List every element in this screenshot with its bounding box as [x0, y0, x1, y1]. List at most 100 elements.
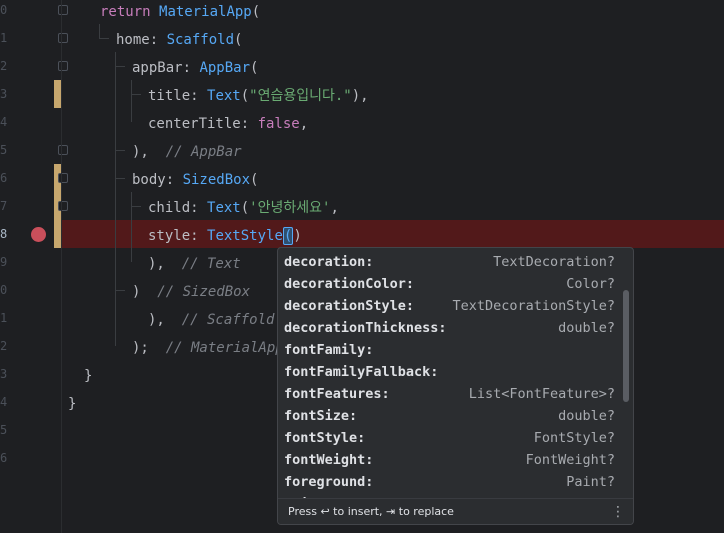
change-marker[interactable] [54, 80, 61, 108]
completion-item[interactable]: decorationThickness: double? [278, 317, 623, 339]
code-token: } [68, 396, 77, 412]
code-token: ), [351, 88, 369, 104]
completion-scrollbar[interactable] [623, 290, 629, 402]
code-token: ) [293, 228, 302, 244]
code-token: ( [240, 88, 250, 104]
code-token: } [84, 368, 93, 384]
code-token: body: [132, 172, 183, 188]
line-number[interactable]: 4 [0, 395, 10, 409]
completion-item-name: fontFeatures: [284, 386, 390, 402]
indent-guide [131, 94, 141, 95]
line-number[interactable]: 0 [0, 283, 10, 297]
line-number[interactable]: 1 [0, 31, 10, 45]
code-line[interactable]: return MaterialApp( [100, 0, 260, 28]
code-token: appBar: [132, 60, 200, 76]
code-token: // MaterialApp [165, 340, 284, 356]
indent-guide [115, 150, 125, 151]
completion-item-type: Color? [566, 276, 615, 292]
completion-item[interactable]: decorationStyle: TextDecorationStyle? [278, 295, 623, 317]
line-number[interactable]: 6 [0, 451, 10, 465]
code-line[interactable]: child: Text('안녕하세요', [148, 196, 339, 224]
completion-item[interactable]: fontSize: double? [278, 405, 623, 427]
code-line[interactable]: ); // MaterialApp [132, 336, 284, 364]
code-token: MaterialApp [159, 4, 252, 20]
completion-item-name: decorationThickness: [284, 320, 447, 336]
completion-item[interactable]: fontFamily: [278, 339, 623, 361]
code-token: ( [240, 200, 250, 216]
completion-item[interactable]: fontFeatures: List<FontFeature>? [278, 383, 623, 405]
code-token: ), [148, 312, 182, 328]
completion-item-name: decoration: [284, 254, 374, 270]
editor-gutter[interactable]: 0 1 2 3 4 5 6 7 8 9 0 1 2 3 4 5 6 [0, 0, 68, 533]
code-line[interactable]: ), // AppBar [132, 140, 242, 168]
completion-hint: Press ↩ to insert, ⇥ to replace [288, 505, 454, 518]
code-token: ) [132, 284, 158, 300]
completion-item[interactable]: decoration: TextDecoration? [278, 251, 623, 273]
line-number[interactable]: 6 [0, 171, 10, 185]
indent-guide [131, 80, 132, 122]
code-token: // Text [181, 256, 241, 272]
completion-item[interactable]: fontStyle: FontStyle? [278, 427, 623, 449]
code-token: child: [148, 200, 208, 216]
code-token: , [330, 200, 339, 216]
code-completion-popup[interactable]: decoration: TextDecoration? decorationColo… [277, 247, 634, 525]
line-number[interactable]: 8 [0, 227, 10, 241]
breakpoint-icon[interactable] [31, 227, 46, 242]
indent-guide [115, 52, 116, 346]
indent-guide [115, 290, 125, 291]
line-number[interactable]: 5 [0, 143, 10, 157]
code-token: // AppBar [165, 144, 242, 160]
line-number[interactable]: 1 [0, 311, 10, 325]
completion-footer: Press ↩ to insert, ⇥ to replace [278, 498, 633, 524]
line-number[interactable]: 9 [0, 255, 10, 269]
completion-item[interactable]: fontWeight: FontWeight? [278, 449, 623, 471]
code-line[interactable]: } [84, 364, 92, 392]
completion-list[interactable]: decoration: TextDecoration? decorationColo… [278, 251, 623, 499]
completion-item-name: decorationStyle: [284, 298, 415, 314]
code-line[interactable]: } [68, 392, 76, 420]
line-number[interactable]: 3 [0, 367, 10, 381]
code-token: title: [148, 88, 208, 104]
caret-paren: ( [282, 227, 294, 245]
code-token: TextStyle [207, 228, 283, 244]
completion-item-name: foreground: [284, 474, 374, 490]
code-line[interactable]: ) // SizedBox [132, 280, 250, 308]
completion-item[interactable]: fontFamilyFallback: [278, 361, 623, 383]
code-token: ), [148, 256, 182, 272]
completion-item-name: fontFamilyFallback: [284, 364, 439, 380]
code-line[interactable]: appBar: AppBar( [132, 56, 258, 84]
code-token: Scaffold [166, 32, 235, 48]
code-line[interactable]: home: Scaffold( [116, 28, 242, 56]
code-token: ( [251, 4, 261, 20]
completion-item-name: decorationColor: [284, 276, 415, 292]
line-number[interactable]: 2 [0, 59, 10, 73]
indent-guide [115, 66, 125, 67]
code-token: ); [132, 340, 166, 356]
code-line[interactable]: ), // Text [148, 252, 241, 280]
code-token: centerTitle: [148, 116, 258, 132]
completion-item-name: fontFamily: [284, 342, 374, 358]
completion-item[interactable]: foreground: Paint? [278, 471, 623, 493]
code-line[interactable]: centerTitle: false, [148, 112, 308, 140]
code-token: // SizedBox [157, 284, 251, 300]
line-number[interactable]: 5 [0, 423, 10, 437]
completion-item[interactable]: decorationColor: Color? [278, 273, 623, 295]
code-token: Text [207, 200, 241, 216]
line-number[interactable]: 2 [0, 339, 10, 353]
code-token: , [299, 116, 309, 132]
code-line[interactable]: body: SizedBox( [132, 168, 258, 196]
code-line[interactable]: ), // Scaffold [148, 308, 274, 336]
code-token: AppBar [199, 60, 251, 76]
code-token: home: [116, 32, 167, 48]
more-options-icon[interactable]: ⋮ [611, 505, 625, 519]
line-number[interactable]: 4 [0, 115, 10, 129]
line-number[interactable]: 3 [0, 87, 10, 101]
code-line[interactable]: title: Text("연습용입니다."), [148, 84, 369, 112]
code-token: false [257, 116, 300, 132]
completion-item-type: FontWeight? [525, 452, 615, 468]
line-number[interactable]: 7 [0, 199, 10, 213]
code-token: return [100, 4, 160, 20]
line-number[interactable]: 0 [0, 3, 10, 17]
code-token: "연습용입니다." [249, 88, 352, 104]
completion-item-name: fontSize: [284, 408, 358, 424]
